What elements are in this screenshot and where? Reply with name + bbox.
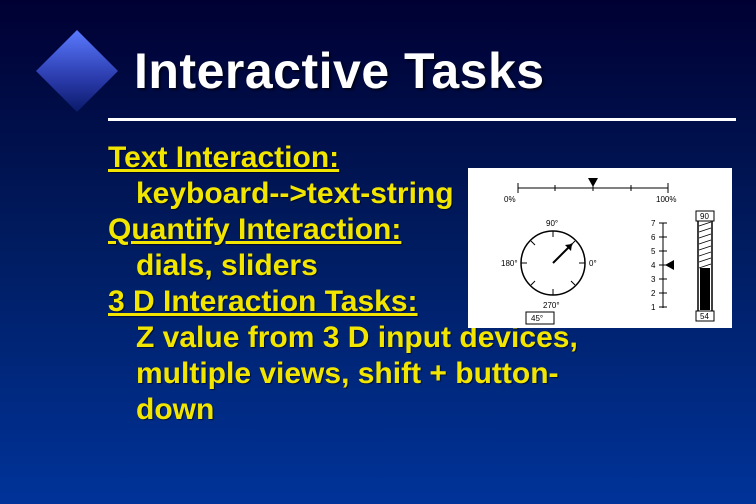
scale-tick-3: 3: [651, 275, 656, 284]
scale-tick-1: 1: [651, 303, 656, 312]
slider-right-label: 100%: [656, 195, 676, 204]
horizontal-slider-icon: 0% 100%: [504, 178, 676, 204]
dial-top-label: 90°: [546, 219, 558, 228]
line-multiple-views: multiple views, shift + button-: [108, 356, 732, 392]
scale-tick-2: 2: [651, 289, 656, 298]
line-down: down: [108, 392, 732, 428]
scale-tick-5: 5: [651, 247, 656, 256]
dial-right-label: 0°: [589, 259, 597, 268]
thermo-top-label: 90: [700, 212, 709, 221]
vertical-scale-icon: 7 6 5 4 3 2 1: [651, 219, 674, 312]
scale-tick-6: 6: [651, 233, 656, 242]
dial-value-box: 45°: [531, 314, 543, 323]
horizontal-rule: [108, 118, 736, 121]
slide-title: Interactive Tasks: [134, 42, 545, 100]
slider-left-label: 0%: [504, 195, 516, 204]
scale-tick-7: 7: [651, 219, 656, 228]
dial-bottom-label: 270°: [543, 301, 560, 310]
dial-left-label: 180°: [501, 259, 518, 268]
scale-tick-4: 4: [651, 261, 656, 270]
diamond-bullet-icon: [36, 30, 118, 112]
thermo-bottom-label: 54: [700, 312, 709, 321]
thermometer-icon: 90 54: [696, 211, 714, 321]
widgets-figure: 0% 100% 90° 180° 0° 270° 45°: [468, 168, 732, 328]
title-row: Interactive Tasks: [0, 42, 756, 100]
dial-icon: 90° 180° 0° 270° 45°: [501, 219, 597, 324]
